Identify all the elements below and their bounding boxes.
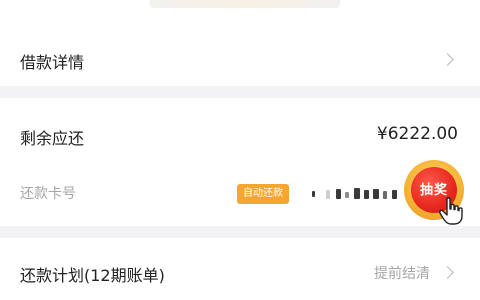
- loan-details-label: 借款详情: [20, 53, 85, 72]
- blurred-header-remnant: [150, 0, 340, 8]
- auto-repay-badge: 自动还款: [237, 184, 289, 204]
- repayment-screen: 借款详情 剩余应还 ¥6222.00 还款卡号 自动还款 抽奖 还款计划(12期…: [0, 0, 480, 300]
- repayment-card-label: 还款卡号: [20, 186, 76, 202]
- masked-card-number: [312, 186, 404, 202]
- loan-details-row[interactable]: 借款详情: [20, 49, 84, 73]
- remaining-due-amount: ¥6222.00: [376, 124, 458, 144]
- early-settle-link[interactable]: 提前结清: [374, 263, 430, 283]
- loan-details-card: [0, 0, 480, 86]
- repayment-plan-label: 还款计划(12期账单): [20, 266, 165, 285]
- remaining-due-label: 剩余应还: [20, 129, 85, 148]
- repayment-plan-row[interactable]: 还款计划(12期账单): [20, 262, 165, 286]
- hand-pointer-icon: [439, 197, 463, 225]
